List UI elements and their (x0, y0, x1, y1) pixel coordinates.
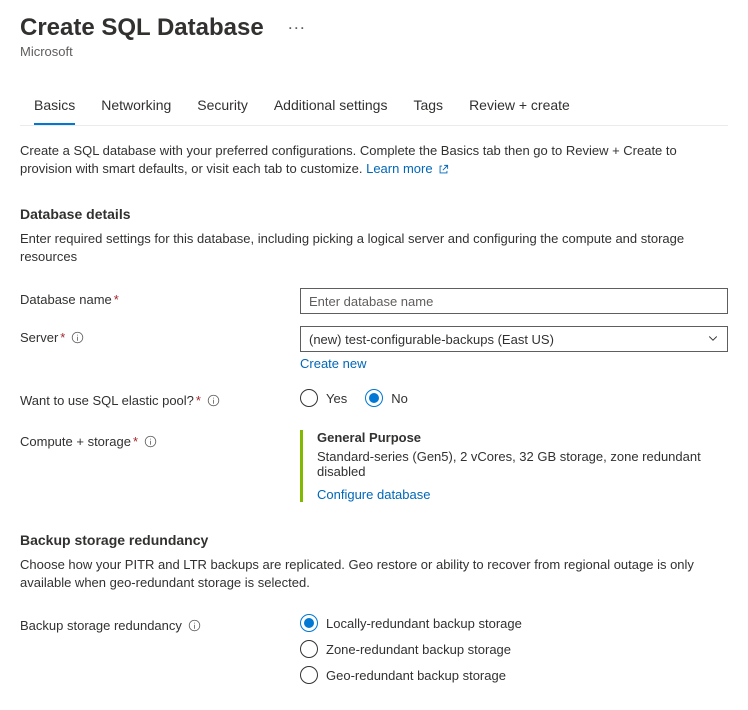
radio-icon (300, 389, 318, 407)
radio-label: Zone-redundant backup storage (326, 642, 511, 657)
section-backup-desc: Choose how your PITR and LTR backups are… (20, 556, 728, 592)
required-asterisk: * (60, 330, 65, 345)
compute-summary: General Purpose Standard-series (Gen5), … (300, 430, 728, 502)
section-db-details-title: Database details (20, 206, 728, 222)
configure-database-link[interactable]: Configure database (317, 487, 430, 502)
backup-geo[interactable]: Geo-redundant backup storage (300, 666, 506, 684)
tab-basics[interactable]: Basics (34, 87, 75, 125)
elastic-pool-yes[interactable]: Yes (300, 389, 347, 407)
more-icon[interactable]: ··· (289, 21, 307, 35)
create-new-server-link[interactable]: Create new (300, 356, 366, 371)
label-server-text: Server (20, 330, 58, 345)
tab-additional-settings[interactable]: Additional settings (274, 87, 388, 125)
intro-text: Create a SQL database with your preferre… (20, 142, 728, 178)
page-title-text: Create SQL Database (20, 14, 264, 42)
compute-tier-title: General Purpose (317, 430, 728, 445)
row-elastic-pool: Want to use SQL elastic pool? * Yes No (20, 389, 728, 408)
label-compute-storage: Compute + storage * (20, 430, 300, 449)
row-compute-storage: Compute + storage * General Purpose Stan… (20, 430, 728, 502)
backup-locally[interactable]: Locally-redundant backup storage (300, 614, 522, 632)
label-backup-redundancy-text: Backup storage redundancy (20, 618, 182, 633)
label-elastic-pool: Want to use SQL elastic pool? * (20, 389, 300, 408)
radio-icon (300, 666, 318, 684)
tabs: Basics Networking Security Additional se… (20, 87, 728, 126)
label-backup-redundancy: Backup storage redundancy (20, 614, 300, 633)
radio-icon (300, 640, 318, 658)
info-icon[interactable] (207, 394, 220, 407)
label-elastic-pool-text: Want to use SQL elastic pool? (20, 393, 194, 408)
db-name-input[interactable] (300, 288, 728, 314)
info-icon[interactable] (188, 619, 201, 632)
row-server: Server * (new) test-configurable-backups… (20, 326, 728, 371)
radio-label: No (391, 391, 408, 406)
chevron-down-icon (707, 332, 719, 347)
backup-zone[interactable]: Zone-redundant backup storage (300, 640, 511, 658)
intro-body: Create a SQL database with your preferre… (20, 143, 677, 176)
tab-security[interactable]: Security (197, 87, 248, 125)
section-db-details-desc: Enter required settings for this databas… (20, 230, 728, 266)
label-db-name-text: Database name (20, 292, 112, 307)
compute-tier-desc: Standard-series (Gen5), 2 vCores, 32 GB … (317, 449, 728, 479)
label-server: Server * (20, 326, 300, 345)
radio-icon (365, 389, 383, 407)
server-select-value: (new) test-configurable-backups (East US… (309, 332, 554, 347)
required-asterisk: * (114, 292, 119, 307)
info-icon[interactable] (71, 331, 84, 344)
backup-redundancy-radio-group: Locally-redundant backup storage Zone-re… (300, 614, 728, 684)
radio-label: Geo-redundant backup storage (326, 668, 506, 683)
tab-review-create[interactable]: Review + create (469, 87, 570, 125)
page-subtitle: Microsoft (20, 44, 728, 59)
radio-label: Locally-redundant backup storage (326, 616, 522, 631)
server-select[interactable]: (new) test-configurable-backups (East US… (300, 326, 728, 352)
tab-tags[interactable]: Tags (413, 87, 443, 125)
external-link-icon (436, 161, 449, 176)
tab-networking[interactable]: Networking (101, 87, 171, 125)
required-asterisk: * (196, 393, 201, 408)
radio-icon (300, 614, 318, 632)
label-compute-storage-text: Compute + storage (20, 434, 131, 449)
required-asterisk: * (133, 434, 138, 449)
row-db-name: Database name * (20, 288, 728, 314)
page-title: Create SQL Database ··· (20, 14, 728, 42)
row-backup-redundancy: Backup storage redundancy Locally-redund… (20, 614, 728, 684)
elastic-pool-no[interactable]: No (365, 389, 408, 407)
info-icon[interactable] (144, 435, 157, 448)
label-db-name: Database name * (20, 288, 300, 307)
elastic-pool-radio-group: Yes No (300, 389, 728, 407)
learn-more-link[interactable]: Learn more (366, 161, 449, 176)
radio-label: Yes (326, 391, 347, 406)
learn-more-text: Learn more (366, 161, 432, 176)
section-backup-title: Backup storage redundancy (20, 532, 728, 548)
